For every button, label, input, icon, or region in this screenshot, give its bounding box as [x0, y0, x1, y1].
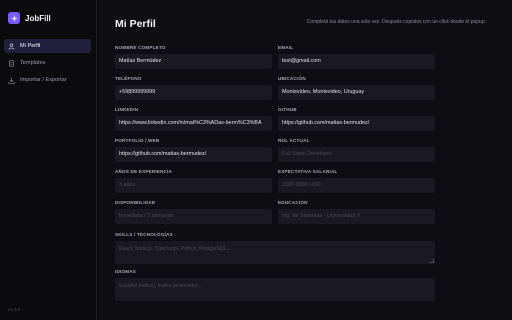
- download-icon: [8, 77, 15, 84]
- idiomas-textarea[interactable]: Español (nativo), Inglés (avanzado)...: [115, 278, 435, 301]
- field-label: Email: [278, 45, 294, 50]
- portfolio-input[interactable]: https://github.com/matias-bermudez/: [115, 147, 272, 162]
- field-label: GitHub: [278, 107, 297, 112]
- field-email: Email test@gmail.com: [278, 44, 435, 69]
- user-icon: [8, 43, 15, 50]
- field-label: Años de experiencia: [115, 169, 173, 174]
- sidebar-item-importar-exportar[interactable]: Importar / Exportar: [4, 73, 91, 87]
- field-disponibilidad: Disponibilidad Inmediata / 2 semanas: [115, 199, 272, 224]
- skills-placeholder: React, Node.js, TypeScript, Python, Post…: [119, 246, 231, 252]
- page-subtitle: Completá tus datos una sola vez. Después…: [306, 19, 486, 25]
- field-nombre: Nombre completo Matías Bermúdez: [115, 44, 272, 69]
- sidebar-item-label: Mi Perfil: [20, 43, 41, 49]
- disponibilidad-input[interactable]: Inmediata / 2 semanas: [115, 209, 272, 224]
- github-input[interactable]: https://github.com/matias-bermudez/: [278, 116, 435, 131]
- skills-textarea[interactable]: React, Node.js, TypeScript, Python, Post…: [115, 241, 435, 264]
- brand: JobFill: [8, 12, 51, 24]
- field-educacion: Educación Ing. de Sistemas - Universidad…: [278, 199, 435, 224]
- field-label: Teléfono: [115, 76, 142, 81]
- field-salario: Expectativa salarial 2000-3000 USD: [278, 168, 435, 193]
- ubicacion-input[interactable]: Montevideo, Montevideo, Uruguay: [278, 85, 435, 100]
- field-label: Portfolio / Web: [115, 138, 160, 143]
- field-skills: Skills / Tecnologías React, Node.js, Typ…: [115, 231, 435, 264]
- app-version: v1.0.0: [8, 307, 21, 312]
- field-label: Skills / Tecnologías: [115, 232, 173, 237]
- field-portfolio: Portfolio / Web https://github.com/matia…: [115, 137, 272, 162]
- sidebar-nav: Mi Perfil Templates Importar / Exportar: [4, 39, 91, 90]
- linkedin-input[interactable]: https://www.linkedin.com/in/mat%C3%ADas-…: [115, 116, 272, 131]
- page-title: Mi Perfil: [115, 18, 156, 30]
- field-label: Educación: [278, 200, 308, 205]
- sidebar: JobFill Mi Perfil Templates Importar / E…: [0, 0, 97, 320]
- resize-handle-icon[interactable]: [430, 259, 434, 263]
- field-label: LinkedIn: [115, 107, 139, 112]
- experiencia-input[interactable]: 3 años: [115, 178, 272, 193]
- field-experiencia: Años de experiencia 3 años: [115, 168, 272, 193]
- app-name: JobFill: [25, 13, 51, 23]
- field-linkedin: LinkedIn https://www.linkedin.com/in/mat…: [115, 106, 272, 131]
- field-label: Rol actual: [278, 138, 310, 143]
- sidebar-item-mi-perfil[interactable]: Mi Perfil: [4, 39, 91, 53]
- rol-input[interactable]: Full Stack Developer: [278, 147, 435, 162]
- document-icon: [9, 59, 14, 67]
- field-label: Disponibilidad: [115, 200, 156, 205]
- email-input[interactable]: test@gmail.com: [278, 54, 435, 69]
- field-label: Idiomas: [115, 269, 137, 274]
- idiomas-placeholder: Español (nativo), Inglés (avanzado)...: [119, 283, 202, 289]
- nombre-input[interactable]: Matías Bermúdez: [115, 54, 272, 69]
- field-label: Nombre completo: [115, 45, 166, 50]
- salario-input[interactable]: 2000-3000 USD: [278, 178, 435, 193]
- field-rol: Rol actual Full Stack Developer: [278, 137, 435, 162]
- field-label: Ubicación: [278, 76, 306, 81]
- sidebar-item-label: Templates: [20, 60, 46, 66]
- logo-icon: [8, 12, 20, 24]
- main-content: Mi Perfil Completá tus datos una sola ve…: [97, 0, 512, 320]
- field-github: GitHub https://github.com/matias-bermude…: [278, 106, 435, 131]
- sidebar-item-label: Importar / Exportar: [20, 77, 67, 83]
- field-telefono: Teléfono +59899999999: [115, 75, 272, 100]
- telefono-input[interactable]: +59899999999: [115, 85, 272, 100]
- field-ubicacion: Ubicación Montevideo, Montevideo, Urugua…: [278, 75, 435, 100]
- educacion-input[interactable]: Ing. de Sistemas - Universidad X: [278, 209, 435, 224]
- field-label: Expectativa salarial: [278, 169, 338, 174]
- field-idiomas: Idiomas Español (nativo), Inglés (avanza…: [115, 268, 435, 301]
- sidebar-item-templates[interactable]: Templates: [4, 56, 91, 70]
